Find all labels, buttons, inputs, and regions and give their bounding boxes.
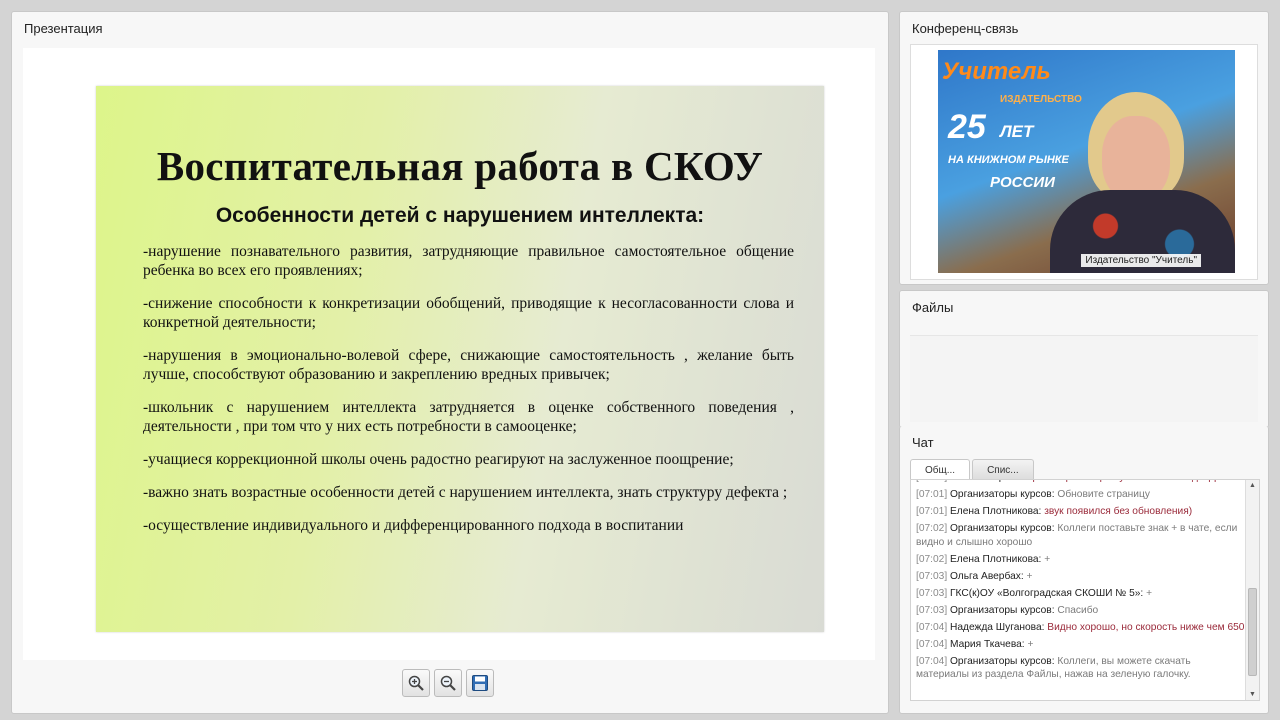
chat-message-author: Организаторы курсов: — [950, 655, 1055, 667]
zoom-in-icon — [408, 675, 424, 691]
chat-message: [07:03] ГКС(к)ОУ «Волгоградская СКОШИ № … — [916, 587, 1246, 601]
presentation-toolbar — [402, 669, 494, 701]
slide-title: Воспитательная работа в СКОУ — [156, 143, 764, 189]
chat-message-text: + — [1026, 570, 1033, 582]
files-list — [910, 335, 1258, 422]
chat-message-time: [07:03] — [916, 587, 948, 599]
floppy-disk-icon — [472, 675, 488, 691]
files-title: Файлы — [912, 300, 954, 315]
chat-message-time: [07:01] — [916, 506, 948, 517]
tab-general[interactable]: Общ... — [910, 459, 971, 480]
chat-message-list: [07:01] Ольга Авербах: Красноярский край… — [916, 480, 1246, 685]
chat-message-text: Спасибо — [1057, 604, 1099, 616]
video-banner-number: 25 — [948, 108, 986, 146]
scroll-down-icon[interactable]: ▼ — [1249, 691, 1256, 698]
slide: Воспитательная работа в СКОУ Особенности… — [96, 86, 824, 632]
chat-message-text: + — [1027, 638, 1034, 650]
chat-message-text: + — [1044, 553, 1051, 565]
chat-message: [07:03] Ольга Авербах: + — [916, 570, 1246, 584]
chat-message: [07:04] Надежда Шуганова: Видно хорошо, … — [916, 621, 1246, 635]
chat-message-author: Мария Ткачева: — [950, 638, 1025, 650]
chat-message-text: звук появился без обновления) — [1044, 506, 1193, 517]
chat-message-time: [07:01] — [916, 480, 947, 483]
video-banner-line3: РОССИИ — [990, 174, 1055, 191]
scroll-up-icon[interactable]: ▲ — [1249, 482, 1256, 489]
presentation-title: Презентация — [24, 21, 103, 36]
slide-viewport: Воспитательная работа в СКОУ Особенности… — [23, 48, 875, 660]
chat-message: [07:01] Елена Плотникова: звук появился … — [916, 505, 1246, 519]
chat-title: Чат — [912, 435, 934, 450]
video-frame: Учитель ИЗДАТЕЛЬСТВО 25 ЛЕТ НА КНИЖНОМ Р… — [910, 44, 1258, 280]
conference-title: Конференц-связь — [912, 21, 1019, 36]
chat-message-time: [07:01] — [916, 489, 948, 500]
chat-message-time: [07:03] — [916, 570, 948, 582]
chat-tabs: Общ... Спис... — [910, 459, 1034, 480]
presentation-panel: Презентация Воспитательная работа в СКОУ… — [11, 11, 889, 714]
chat-message: [07:02] Организаторы курсов: Коллеги пос… — [916, 522, 1246, 549]
slide-bullet: -школьник с нарушением интеллекта затруд… — [143, 399, 794, 435]
webcam-video[interactable]: Учитель ИЗДАТЕЛЬСТВО 25 ЛЕТ НА КНИЖНОМ Р… — [938, 50, 1235, 273]
chat-message-author: Организаторы курсов: — [950, 523, 1055, 534]
video-banner-logo: Учитель — [942, 58, 1051, 85]
slide-bullet: -нарушения в эмоционально-волевой сфере,… — [143, 347, 794, 383]
chat-message: [07:01] Ольга Авербах: Красноярский край… — [916, 480, 1246, 485]
chat-message-time: [07:02] — [916, 553, 948, 565]
video-banner-years: ЛЕТ — [1000, 122, 1034, 141]
files-panel: Файлы — [899, 290, 1269, 428]
tab-list[interactable]: Спис... — [972, 459, 1034, 480]
chat-panel: Чат Общ... Спис... [07:01] Ольга Авербах… — [899, 426, 1269, 714]
conference-panel: Конференц-связь Учитель ИЗДАТЕЛЬСТВО 25 … — [899, 11, 1269, 285]
chat-message-author: Организаторы курсов: — [950, 604, 1055, 616]
chat-message-author: Организаторы курсов: — [950, 489, 1055, 500]
chat-message-time: [07:04] — [916, 655, 948, 667]
scroll-thumb[interactable] — [1248, 588, 1257, 676]
chat-message: [07:04] Организаторы курсов: Коллеги, вы… — [916, 655, 1246, 682]
zoom-out-button[interactable] — [434, 669, 462, 697]
slide-bullet: -снижение способности к конкретизации об… — [143, 295, 794, 331]
chat-message-text: + — [1146, 587, 1153, 599]
chat-message-text: Красноярский край учитель-логопед в ДОУ — [1027, 480, 1230, 483]
video-label: Издательство "Учитель" — [1081, 254, 1201, 267]
zoom-in-button[interactable] — [402, 669, 430, 697]
chat-message-author: ГКС(к)ОУ «Волгоградская СКОШИ № 5»: — [950, 587, 1144, 599]
chat-message-time: [07:04] — [916, 621, 948, 633]
slide-bullet: -нарушение познавательного развития, зат… — [143, 243, 794, 279]
save-button[interactable] — [466, 669, 494, 697]
chat-message-author: Елена Плотникова: — [950, 553, 1042, 565]
slide-bullets: -нарушение познавательного развития, зат… — [143, 242, 794, 549]
chat-scrollbar[interactable]: ▲ ▼ — [1245, 480, 1259, 700]
chat-message-author: Ольга Авербах: — [950, 570, 1024, 582]
chat-message: [07:02] Елена Плотникова: + — [916, 553, 1246, 567]
video-banner-sub: ИЗДАТЕЛЬСТВО — [1000, 94, 1082, 105]
chat-message-text: Обновите страницу — [1057, 489, 1150, 500]
chat-message-author: Ольга Авербах: — [950, 480, 1024, 483]
slide-bullet: -осуществление индивидуального и диффере… — [143, 517, 684, 534]
slide-subtitle: Особенности детей с нарушением интеллект… — [215, 204, 705, 227]
video-banner-line2: НА КНИЖНОМ РЫНКЕ — [948, 154, 1069, 166]
chat-message-time: [07:02] — [916, 523, 948, 534]
chat-message-author: Надежда Шуганова: — [950, 621, 1045, 633]
chat-message: [07:04] Мария Ткачева: + — [916, 638, 1246, 652]
chat-message: [07:01] Организаторы курсов: Обновите ст… — [916, 488, 1246, 502]
chat-message-time: [07:03] — [916, 604, 948, 616]
slide-bullet: -важно знать возрастные особенности дете… — [143, 484, 788, 501]
zoom-out-icon — [440, 675, 456, 691]
chat-message-author: Елена Плотникова: — [950, 506, 1042, 517]
chat-message-time: [07:04] — [916, 638, 948, 650]
chat-message-text: Видно хорошо, но скорость ниже чем 650 — [1047, 621, 1245, 633]
slide-bullet: -учащиеся коррекционной школы очень радо… — [143, 451, 734, 468]
chat-message: [07:03] Организаторы курсов: Спасибо — [916, 604, 1246, 618]
chat-messages: [07:01] Ольга Авербах: Красноярский край… — [910, 479, 1260, 701]
